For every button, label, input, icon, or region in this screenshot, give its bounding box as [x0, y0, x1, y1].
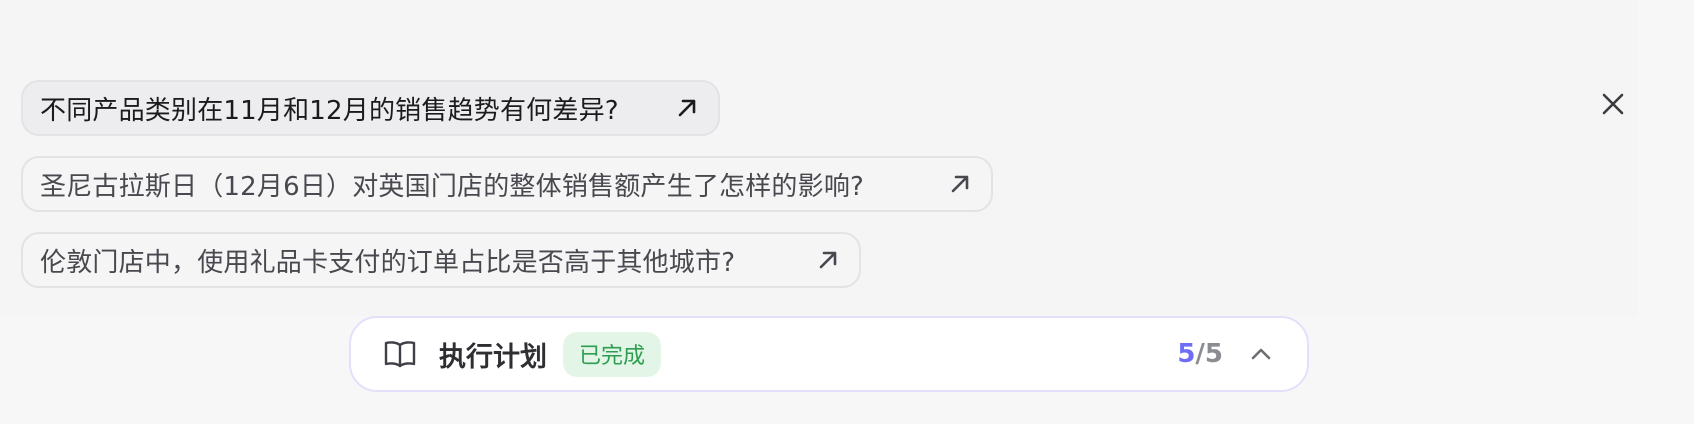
- close-button[interactable]: [1597, 88, 1629, 120]
- execution-plan-bar[interactable]: 执行计划 已完成 5/5: [349, 316, 1309, 392]
- suggestion-chip[interactable]: 不同产品类别在11月和12月的销售趋势有何差异?: [21, 80, 720, 136]
- suggestion-text: 伦敦门店中，使用礼品卡支付的订单占比是否高于其他城市?: [40, 247, 736, 278]
- arrow-up-right-icon: [676, 97, 698, 119]
- book-open-icon: [383, 339, 417, 369]
- progress-total: 5: [1204, 339, 1223, 369]
- close-icon: [1597, 93, 1629, 124]
- progress-current: 5: [1177, 339, 1196, 369]
- status-badge: 已完成: [563, 331, 662, 377]
- arrow-up-right-icon: [817, 249, 839, 271]
- arrow-up-right-icon: [949, 173, 971, 195]
- chevron-up-icon: [1247, 348, 1275, 372]
- suggestion-chip[interactable]: 伦敦门店中，使用礼品卡支付的订单占比是否高于其他城市?: [21, 232, 861, 288]
- suggestion-text: 圣尼古拉斯日（12月6日）对英国门店的整体销售额产生了怎样的影响?: [40, 171, 865, 202]
- collapse-toggle-button[interactable]: [1247, 340, 1275, 368]
- plan-title: 执行计划: [439, 341, 547, 373]
- suggestion-text: 不同产品类别在11月和12月的销售趋势有何差异?: [40, 95, 619, 126]
- suggestion-chip[interactable]: 圣尼古拉斯日（12月6日）对英国门店的整体销售额产生了怎样的影响?: [21, 156, 993, 212]
- progress-separator: /: [1195, 339, 1205, 369]
- progress-counter: 5/5: [1177, 339, 1223, 369]
